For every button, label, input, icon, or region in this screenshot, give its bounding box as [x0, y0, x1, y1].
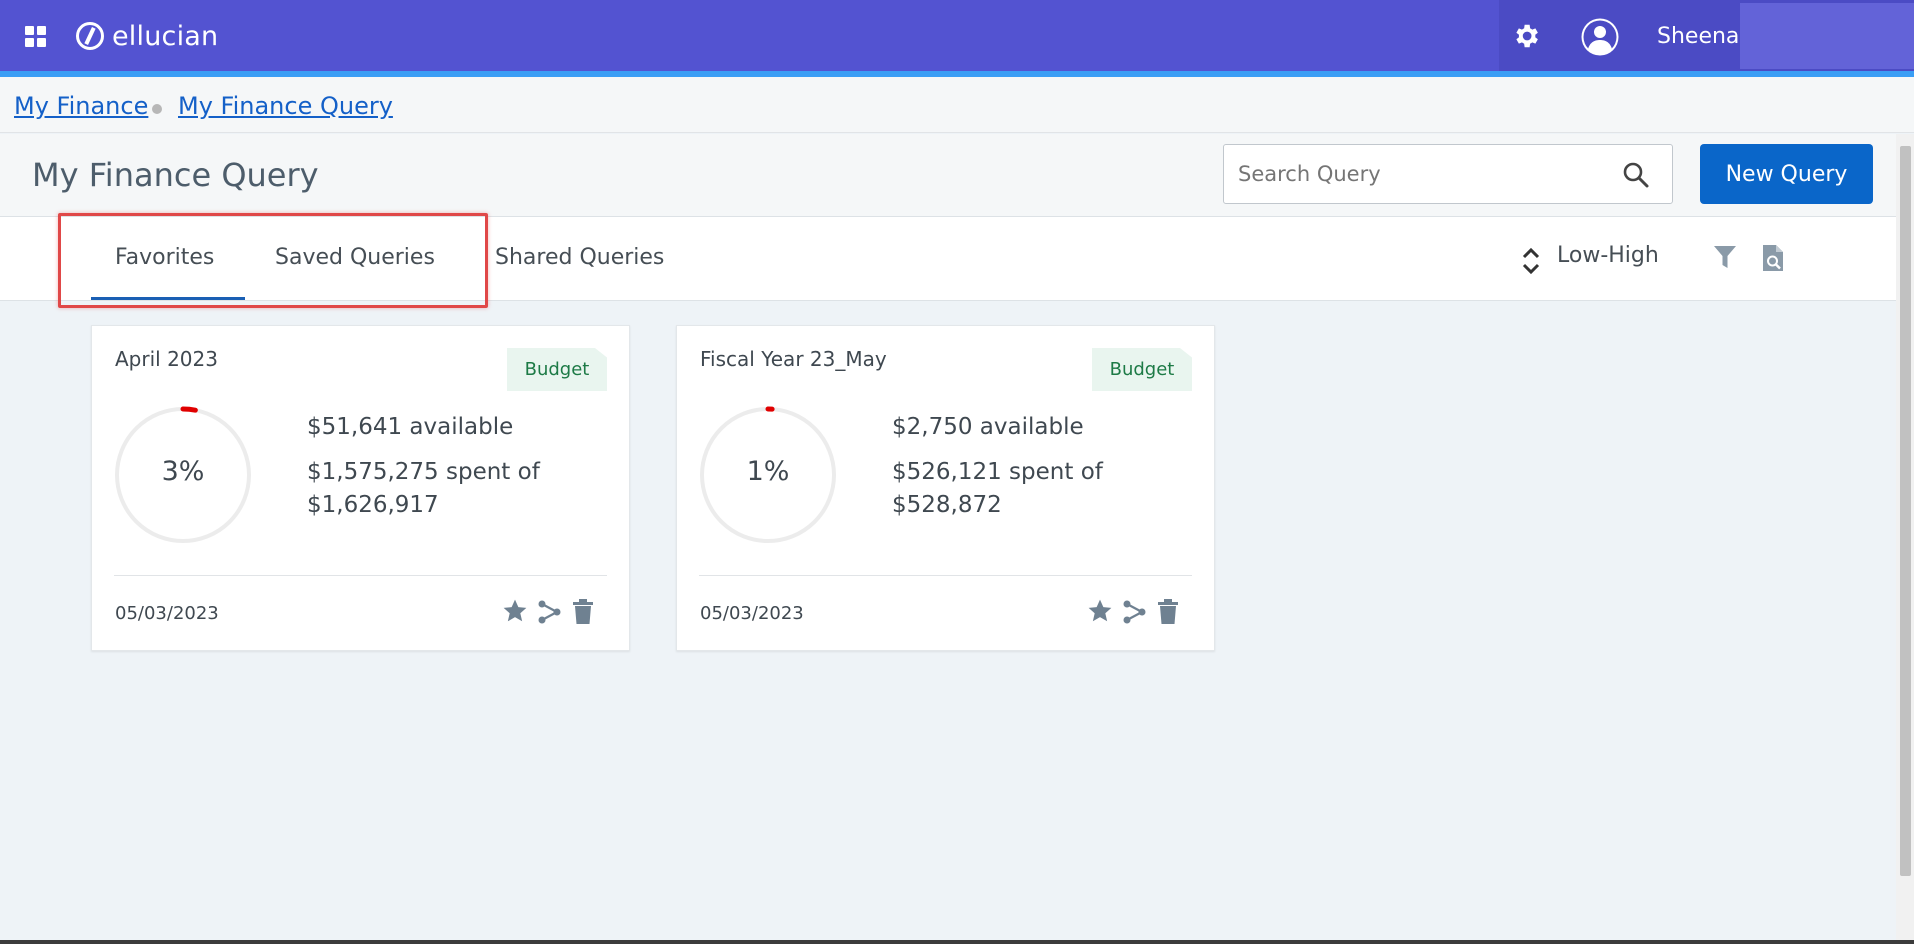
bottom-edge-strip [0, 940, 1914, 944]
card-divider [699, 575, 1192, 576]
gear-icon[interactable] [1511, 21, 1541, 51]
spent-line: $526,121 spent of [892, 459, 1103, 485]
card-date: 05/03/2023 [115, 603, 219, 624]
breadcrumb-my-finance[interactable]: My Finance [14, 92, 148, 120]
spent-percent: 1% [746, 456, 790, 487]
star-icon[interactable] [1087, 598, 1113, 624]
scrollbar-thumb[interactable] [1900, 146, 1911, 876]
breadcrumb-my-finance-query[interactable]: My Finance Query [178, 92, 393, 120]
card-divider [114, 575, 607, 576]
breadcrumb-separator [152, 104, 162, 114]
breadcrumb: My Finance My Finance Query [0, 77, 1914, 133]
page-header: My Finance Query New Query [0, 134, 1896, 217]
card-title: April 2023 [115, 347, 218, 371]
card-date: 05/03/2023 [700, 603, 804, 624]
share-icon[interactable] [538, 599, 562, 625]
query-card[interactable]: Fiscal Year 23_May Budget 1% $2,750 avai… [676, 325, 1215, 651]
topbar-overlay-block [1740, 3, 1914, 69]
budget-badge: Budget [1092, 348, 1192, 391]
new-query-button[interactable]: New Query [1700, 144, 1873, 204]
spent-percent: 3% [161, 456, 205, 487]
query-card[interactable]: April 2023 Budget 3% $51,641 available $… [91, 325, 630, 651]
spent-amount: $1,575,275 spent of $1,626,917 [307, 456, 607, 522]
user-name[interactable]: Sheena [1657, 24, 1739, 49]
search-box [1223, 144, 1673, 204]
ellucian-logo[interactable]: ellucian [76, 20, 219, 52]
annotation-highlight-box [58, 213, 488, 308]
trash-icon[interactable] [1158, 599, 1178, 625]
total-budget: $1,626,917 [307, 492, 439, 518]
document-search-icon[interactable] [1762, 244, 1784, 272]
star-icon[interactable] [502, 598, 528, 624]
search-input[interactable] [1238, 159, 1608, 189]
budget-badge: Budget [507, 348, 607, 391]
ellucian-logo-icon [76, 22, 104, 50]
tab-shared-queries[interactable]: Shared Queries [495, 245, 664, 270]
apps-grid-icon[interactable] [25, 26, 47, 48]
sort-icon[interactable] [1520, 246, 1542, 276]
search-icon[interactable] [1622, 161, 1650, 189]
sort-label[interactable]: Low-High [1557, 243, 1659, 268]
spent-amount: $526,121 spent of $528,872 [892, 456, 1192, 522]
trash-icon[interactable] [573, 599, 593, 625]
page-title: My Finance Query [32, 156, 319, 194]
filter-icon[interactable] [1713, 244, 1737, 270]
logo-text: ellucian [112, 20, 219, 52]
available-amount: $51,641 available [307, 414, 514, 440]
total-budget: $528,872 [892, 492, 1002, 518]
available-amount: $2,750 available [892, 414, 1084, 440]
share-icon[interactable] [1123, 599, 1147, 625]
user-avatar-icon[interactable] [1580, 17, 1620, 57]
card-title: Fiscal Year 23_May [700, 347, 887, 371]
spent-line: $1,575,275 spent of [307, 459, 540, 485]
